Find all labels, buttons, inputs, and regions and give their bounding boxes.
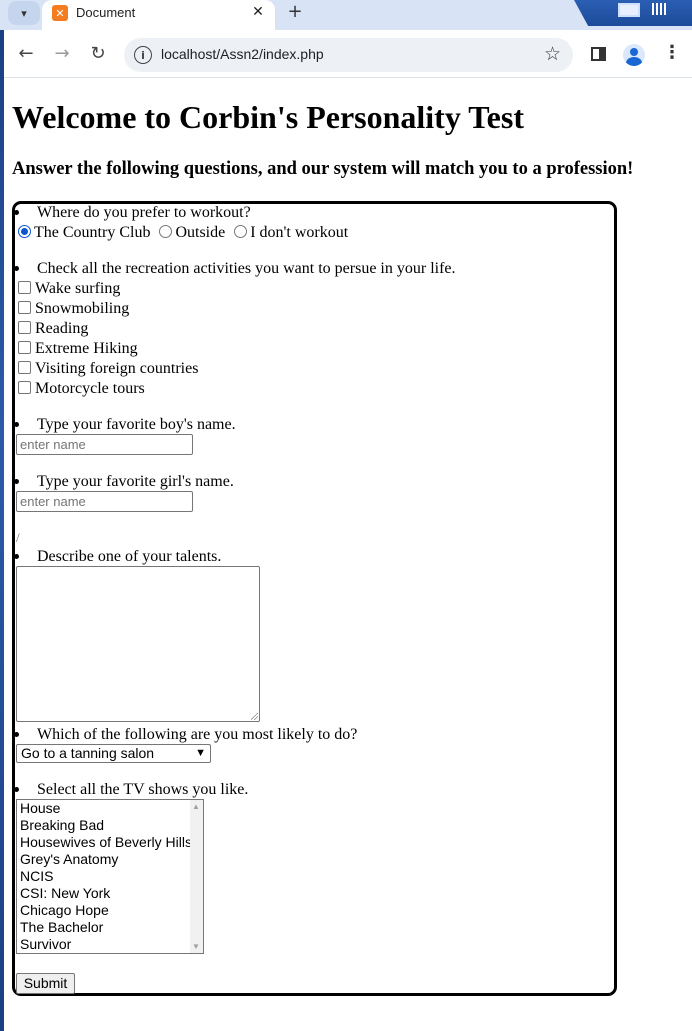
kebab-menu-icon[interactable]: ⋮ [663, 42, 681, 63]
list-option-greys-anatomy[interactable]: Grey's Anatomy [17, 851, 203, 868]
desktop-taskbar-fragment [574, 0, 692, 26]
radio-label: I don't workout [250, 224, 349, 241]
forward-button[interactable]: → [50, 42, 74, 66]
checkbox-label: Snowmobiling [35, 300, 130, 317]
address-bar[interactable]: i localhost/Assn2/index.php ☆ [124, 38, 573, 72]
checkbox-icon[interactable] [18, 361, 31, 374]
checkbox-wake-surfing[interactable]: Wake surfing [18, 280, 120, 298]
checkbox-label: Motorcycle tours [35, 380, 145, 397]
checkbox-label: Wake surfing [35, 280, 121, 297]
reload-button[interactable]: ↻ [86, 42, 110, 66]
workout-radio-group: The Country Club Outside I don't workout [18, 224, 348, 242]
question-label: Which of the following are you most like… [37, 726, 358, 743]
boy-name-input[interactable]: enter name [16, 434, 193, 455]
checkbox-visiting-foreign-countries[interactable]: Visiting foreign countries [18, 360, 198, 378]
tv-shows-listbox[interactable]: House Breaking Bad Housewives of Beverly… [16, 799, 204, 954]
checkbox-icon[interactable] [18, 341, 31, 354]
bullet-icon [14, 266, 19, 271]
tab-document[interactable]: ✕ Document ✕ [42, 0, 275, 30]
info-icon[interactable]: i [134, 46, 152, 64]
desktop-edge [0, 30, 4, 1031]
radio-checked-icon[interactable] [18, 225, 31, 238]
reload-icon: ↻ [90, 43, 106, 64]
list-option-the-bachelor[interactable]: The Bachelor [17, 919, 203, 936]
page-title: Welcome to Corbin's Personality Test [12, 99, 524, 135]
submit-button[interactable]: Submit [16, 973, 75, 994]
checkbox-motorcycle-tours[interactable]: Motorcycle tours [18, 380, 145, 398]
chevron-down-icon: ▾ [21, 6, 27, 20]
checkbox-icon[interactable] [18, 301, 31, 314]
question-label: Describe one of your talents. [37, 548, 222, 565]
url-text[interactable]: localhost/Assn2/index.php [161, 46, 324, 62]
bullet-icon [14, 210, 19, 215]
radio-label: Outside [175, 224, 226, 241]
radio-outside[interactable]: Outside [159, 224, 225, 241]
window-icon [618, 3, 640, 17]
side-panel-icon[interactable] [591, 47, 606, 61]
bullet-icon [14, 787, 19, 792]
profile-avatar-icon[interactable] [623, 44, 645, 66]
select-value: Go to a tanning salon [21, 745, 155, 761]
checkbox-snowmobiling[interactable]: Snowmobiling [18, 300, 129, 318]
radio-label: The Country Club [34, 224, 151, 241]
scroll-down-icon[interactable]: ▼ [192, 942, 200, 951]
resize-handle-icon[interactable] [251, 713, 258, 720]
radio-no-workout[interactable]: I don't workout [234, 224, 348, 241]
question-label: Where do you prefer to workout? [37, 204, 251, 221]
scroll-up-icon[interactable]: ▲ [192, 802, 200, 811]
bullet-icon [14, 479, 19, 484]
question-label: Type your favorite boy's name. [37, 416, 236, 433]
list-option-ncis[interactable]: NCIS [17, 868, 203, 885]
checkbox-icon[interactable] [18, 321, 31, 334]
chevron-down-icon: ▼ [195, 747, 206, 759]
close-icon[interactable]: ✕ [249, 3, 267, 21]
xampp-icon: ✕ [52, 5, 68, 21]
radio-country-club[interactable]: The Country Club [18, 224, 150, 241]
back-button[interactable]: ← [14, 42, 38, 66]
list-option-chicago-hope[interactable]: Chicago Hope [17, 902, 203, 919]
arrow-right-icon: → [54, 43, 70, 64]
browser-toolbar: ← → ↻ i localhost/Assn2/index.php ☆ ⋮ [0, 30, 692, 78]
talent-textarea[interactable] [16, 566, 260, 722]
plus-icon: + [287, 1, 303, 22]
question-label: Check all the recreation activities you … [37, 260, 456, 277]
radio-icon[interactable] [159, 225, 173, 238]
page-subtitle: Answer the following questions, and our … [12, 159, 634, 179]
likely-activity-select[interactable]: Go to a tanning salon ▼ [16, 744, 211, 763]
girl-name-input[interactable]: enter name [16, 491, 193, 512]
bullet-icon [14, 732, 19, 737]
list-option-csi-new-york[interactable]: CSI: New York [17, 885, 203, 902]
bullet-icon [14, 554, 19, 559]
tab-strip: ▾ ✕ Document ✕ + [0, 0, 692, 30]
checkbox-label: Reading [35, 320, 89, 337]
personality-form: Where do you prefer to workout? The Coun… [12, 201, 617, 996]
list-option-breaking-bad[interactable]: Breaking Bad [17, 817, 203, 834]
star-icon[interactable]: ☆ [544, 43, 561, 65]
list-option-housewives[interactable]: Housewives of Beverly Hills [17, 834, 203, 851]
list-option-survivor[interactable]: Survivor [17, 936, 203, 953]
stray-character: / [16, 530, 20, 545]
question-label: Select all the TV shows you like. [37, 781, 249, 798]
listbox-scrollbar[interactable]: ▲ ▼ [190, 800, 203, 953]
checkbox-label: Extreme Hiking [35, 340, 138, 357]
tab-search-button[interactable]: ▾ [8, 1, 40, 25]
checkbox-extreme-hiking[interactable]: Extreme Hiking [18, 340, 138, 358]
checkbox-reading[interactable]: Reading [18, 320, 88, 338]
bullet-icon [14, 422, 19, 427]
checkbox-icon[interactable] [18, 381, 31, 394]
question-label: Type your favorite girl's name. [37, 473, 234, 490]
signal-icon [652, 3, 666, 15]
list-option-house[interactable]: House [17, 800, 203, 817]
tab-title: Document [76, 5, 136, 20]
new-tab-button[interactable]: + [284, 2, 306, 24]
radio-icon[interactable] [234, 225, 248, 238]
checkbox-label: Visiting foreign countries [35, 360, 199, 377]
arrow-left-icon: ← [18, 43, 34, 64]
checkbox-icon[interactable] [18, 281, 31, 294]
